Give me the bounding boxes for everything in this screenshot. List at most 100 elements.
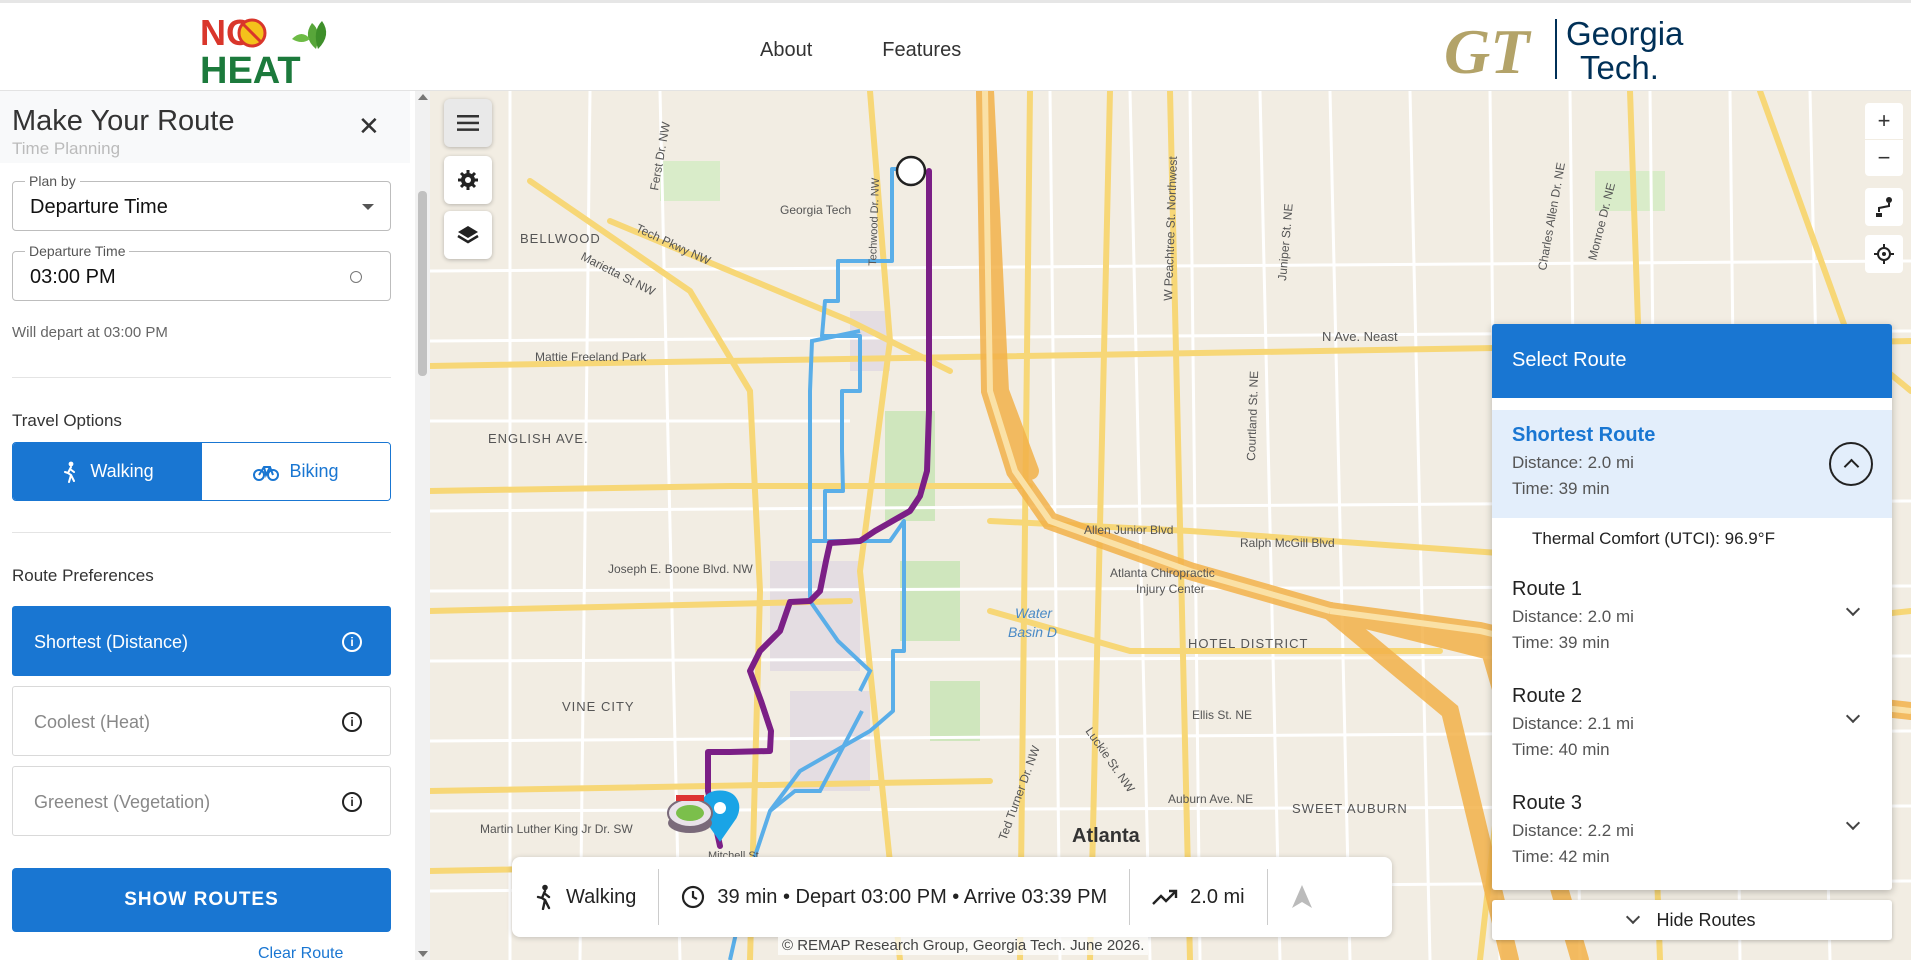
map-label-english-ave: ENGLISH AVE. [488,431,589,446]
nav-features[interactable]: Features [882,39,961,62]
map-label-vine-city: VINE CITY [562,699,635,714]
logo-text-heat: HEAT [200,50,301,89]
map-label-monroe: Monroe Dr. NE [1585,181,1618,261]
mode-label: Walking [566,885,637,908]
gear-icon [458,170,478,190]
map-label-marietta: Marietta St NW [579,249,658,299]
divider [12,377,391,378]
map-label-juniper: Juniper St. NE [1275,203,1296,281]
map-label-boone: Joseph E. Boone Blvd. NW [608,562,753,576]
noheat-logo[interactable]: NO HEAT [198,9,338,89]
hide-routes-label: Hide Routes [1656,909,1756,930]
georgia-tech-logo[interactable]: GT Georgia Tech. [1444,13,1704,85]
departure-time-input[interactable]: Departure Time 03:00 PM [12,243,391,301]
scroll-down-icon[interactable] [418,951,428,957]
clock-icon[interactable] [350,271,362,283]
map-label-charles-allen: Charles Allen Dr. NE [1535,161,1568,271]
pref-greenest[interactable]: Greenest (Vegetation) i [12,766,391,836]
route-item-3[interactable]: Route 3 Distance: 2.2 mi Time: 42 min [1492,778,1892,878]
map-layers-button[interactable] [444,211,492,259]
route-panel-header: Select Route [1492,324,1892,398]
depart-note: Will depart at 03:00 PM [12,324,168,341]
route-item-2[interactable]: Route 2 Distance: 2.1 mi Time: 40 min [1492,671,1892,771]
map-settings-button[interactable] [444,156,492,204]
clear-route-link[interactable]: Clear Route [258,945,343,960]
route-tool-button[interactable] [1865,188,1903,226]
map-label-techwood: Techwood Dr. NW [867,177,882,266]
trending-up-icon [1152,889,1178,905]
navigate-segment[interactable] [1268,869,1336,925]
navigation-arrow-icon[interactable] [1290,884,1314,910]
map-label-water: Water [1015,605,1053,621]
info-icon[interactable]: i [342,712,362,732]
show-routes-button[interactable]: SHOW ROUTES [12,868,391,932]
map-label-hotel-district: HOTEL DISTRICT [1188,636,1308,651]
walking-button[interactable]: Walking [13,443,201,500]
pref-shortest[interactable]: Shortest (Distance) i [12,606,391,676]
distance-label: 2.0 mi [1190,885,1245,908]
sidebar-scrollbar[interactable] [415,91,430,960]
nav-about[interactable]: About [760,39,812,62]
route-time: Time: 39 min [1512,633,1610,652]
map-label-georgia-tech: Georgia Tech [780,203,851,217]
chevron-down-icon[interactable] [1845,815,1861,831]
pref-coolest[interactable]: Coolest (Heat) i [12,686,391,756]
app-header: NO HEAT About Features GT Georgia Tech. [0,0,1911,91]
locate-button[interactable] [1865,235,1903,273]
route-time: Time: 42 min [1512,847,1610,866]
hide-routes-button[interactable]: Hide Routes [1492,900,1892,940]
timing-label: 39 min • Depart 03:00 PM • Arrive 03:39 … [717,885,1108,908]
route-summary-bar: Walking 39 min • Depart 03:00 PM • Arriv… [512,857,1392,937]
pref-shortest-label: Shortest (Distance) [34,632,189,652]
route-select-panel: Select Route Shortest Route Distance: 2.… [1492,324,1892,890]
clock-icon [682,885,705,909]
mode-segment: Walking [512,869,658,925]
pref-greenest-label: Greenest (Vegetation) [34,792,211,812]
route-item-shortest[interactable]: Shortest Route Distance: 2.0 mi Time: 39… [1492,410,1892,518]
chevron-down-icon [1626,909,1641,925]
map-menu-button[interactable] [444,99,492,147]
scrollbar-thumb[interactable] [418,191,427,376]
pref-coolest-label: Coolest (Heat) [34,712,151,732]
map-label-injury-center: Injury Center [1136,582,1205,596]
map-label-courtland: Courtland St. NE [1244,371,1261,461]
map-label-allen: Allen Junior Blvd [1084,523,1173,537]
travel-mode-toggle: Walking Biking [12,442,391,501]
distance-segment: 2.0 mi [1130,869,1266,925]
copyright-text: © REMAP Research Group, Georgia Tech. Ju… [778,936,1149,955]
route-name: Route 2 [1512,685,1583,707]
dropdown-caret-icon [362,204,374,210]
route-distance: Distance: 2.0 mi [1512,607,1634,626]
route-item-1[interactable]: Route 1 Distance: 2.0 mi Time: 39 min [1492,564,1892,664]
map-label-atlanta: Atlanta [1072,825,1141,847]
route-preferences-label: Route Preferences [12,566,154,585]
walking-icon [536,884,551,910]
route-icon [1876,197,1892,217]
info-icon[interactable]: i [342,632,362,652]
route-distance: Distance: 2.1 mi [1512,714,1634,733]
chevron-up-icon[interactable] [1829,442,1873,486]
map-label-mcgill: Ralph McGill Blvd [1240,536,1335,550]
route-time: Time: 39 min [1512,479,1610,498]
route-sidebar: Make Your Route ✕ Time Planning Plan by … [0,91,430,960]
divider [12,532,391,533]
timing-segment: 39 min • Depart 03:00 PM • Arrive 03:39 … [659,869,1129,925]
departure-time-label: Departure Time [25,243,130,259]
map-label-bellwood: BELLWOOD [520,231,601,246]
biking-label: Biking [289,461,339,481]
plan-by-label: Plan by [25,173,80,189]
map-label-sweet-auburn: SWEET AUBURN [1292,801,1408,816]
close-icon[interactable]: ✕ [358,111,380,142]
chevron-down-icon[interactable] [1845,601,1861,617]
biking-button[interactable]: Biking [201,443,390,500]
zoom-out-button[interactable]: − [1865,140,1903,176]
menu-icon [457,115,479,131]
map-label-ellis: Ellis St. NE [1192,708,1252,722]
info-icon[interactable]: i [342,792,362,812]
scroll-up-icon[interactable] [418,94,428,100]
plan-by-select[interactable]: Plan by Departure Time [12,173,391,231]
sidebar-subtitle: Time Planning [12,139,121,158]
chevron-down-icon[interactable] [1845,708,1861,724]
zoom-in-button[interactable]: + [1865,103,1903,139]
route-name: Shortest Route [1512,424,1656,446]
